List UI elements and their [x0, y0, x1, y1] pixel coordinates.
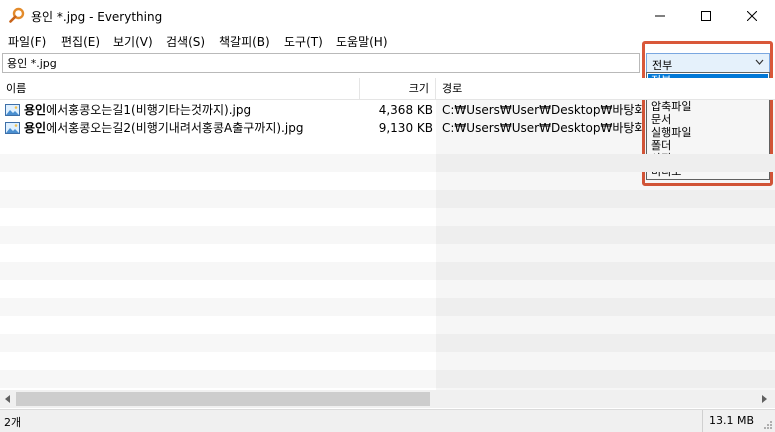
file-name: 용인에서홍콩오는길2(비행기내려서홍콩A출구까지).jpg	[24, 121, 304, 135]
file-name: 용인에서홍콩오는길1(비행기타는것까지).jpg	[24, 103, 252, 117]
status-bar: 2개 13.1 MB	[0, 409, 775, 432]
search-input[interactable]	[2, 53, 640, 73]
total-size: 13.1 MB	[709, 414, 755, 427]
close-button[interactable]	[729, 0, 775, 31]
menu-edit[interactable]: 편집(E)	[61, 33, 100, 50]
menu-help[interactable]: 도움말(H)	[336, 33, 388, 50]
scroll-left-icon[interactable]	[4, 395, 11, 403]
horizontal-scrollbar[interactable]	[0, 390, 775, 408]
file-size: 4,368 KB	[378, 103, 433, 117]
minimize-button[interactable]	[637, 0, 683, 31]
result-count: 2개	[4, 416, 22, 429]
title-bar: 용인 *.jpg - Everything	[0, 0, 775, 31]
horizontal-scroll-thumb[interactable]	[16, 392, 430, 406]
menu-bookmarks[interactable]: 책갈피(B)	[219, 33, 270, 50]
minimize-icon	[655, 15, 665, 16]
menu-view[interactable]: 보기(V)	[113, 33, 153, 50]
column-header: 이름 크기 경로	[0, 78, 775, 100]
scroll-right-icon[interactable]	[761, 395, 768, 403]
path-column-tint	[436, 100, 775, 390]
resize-grip-icon[interactable]	[763, 420, 773, 430]
maximize-button[interactable]	[683, 0, 729, 31]
column-name-header[interactable]: 이름	[0, 78, 360, 99]
column-path-header[interactable]: 경로	[436, 78, 775, 99]
close-icon	[747, 10, 757, 21]
file-size: 9,130 KB	[378, 121, 433, 135]
menu-file[interactable]: 파일(F)	[8, 33, 46, 50]
menu-search[interactable]: 검색(S)	[166, 33, 205, 50]
maximize-icon	[701, 10, 711, 21]
window-title: 용인 *.jpg - Everything	[31, 10, 163, 24]
menu-tools[interactable]: 도구(T)	[284, 33, 323, 50]
image-file-icon	[5, 122, 20, 134]
magnifier-icon	[9, 7, 25, 23]
image-file-icon	[5, 104, 20, 116]
column-size-header[interactable]: 크기	[360, 78, 436, 99]
